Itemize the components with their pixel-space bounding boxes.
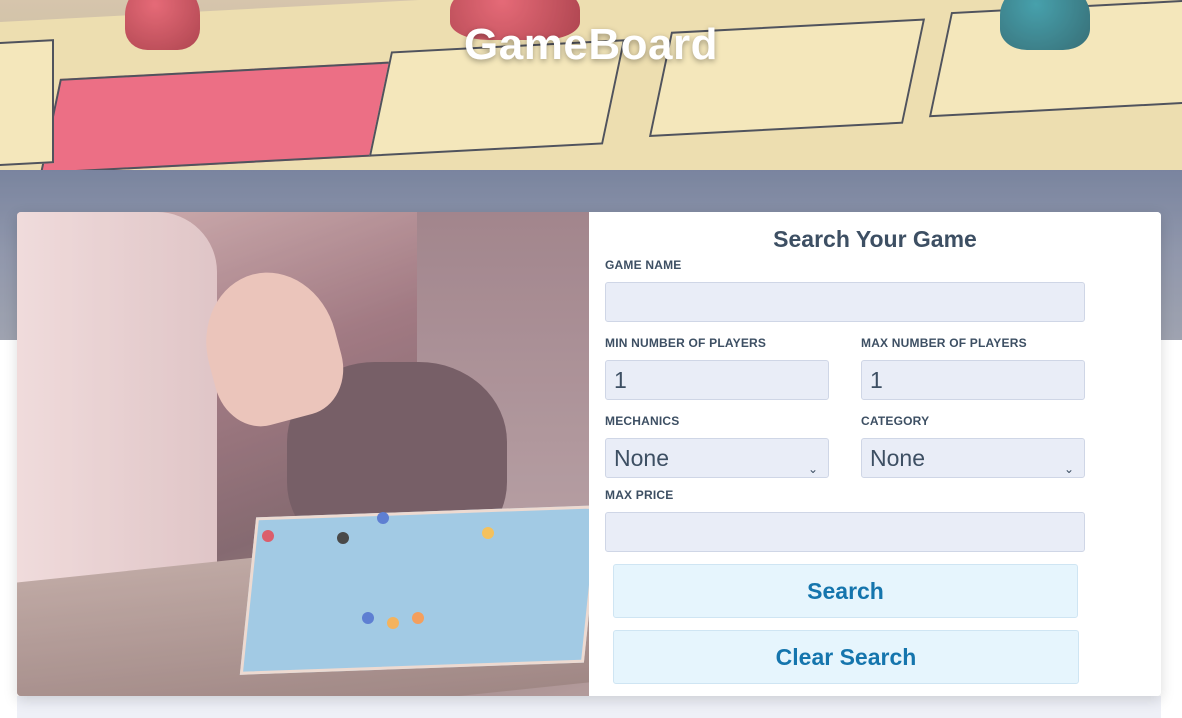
max-players-label: MAX NUMBER OF PLAYERS	[861, 336, 1027, 350]
max-price-input[interactable]	[605, 512, 1085, 552]
page-footer-band	[17, 696, 1161, 718]
chevron-down-icon: ⌄	[1063, 462, 1074, 476]
min-players-input[interactable]: 1	[605, 360, 829, 400]
mechanics-label: MECHANICS	[605, 414, 680, 428]
chevron-down-icon: ⌄	[807, 462, 818, 476]
board-game-photo	[17, 212, 589, 696]
min-players-label: MIN NUMBER OF PLAYERS	[605, 336, 767, 350]
search-card: Search Your Game GAME NAME MIN NUMBER OF…	[17, 212, 1161, 696]
category-select[interactable]: None ⌄	[861, 438, 1085, 478]
mechanics-select-value: None	[614, 445, 669, 471]
site-title[interactable]: GameBoard	[0, 20, 1182, 70]
form-heading: Search Your Game	[773, 226, 977, 252]
mechanics-select[interactable]: None ⌄	[605, 438, 829, 478]
clear-search-button[interactable]: Clear Search	[613, 630, 1079, 684]
search-button[interactable]: Search	[613, 564, 1078, 618]
game-name-input[interactable]	[605, 282, 1085, 322]
category-label: CATEGORY	[861, 414, 930, 428]
category-select-value: None	[870, 445, 925, 471]
search-form: Search Your Game GAME NAME MIN NUMBER OF…	[589, 212, 1161, 696]
game-name-label: GAME NAME	[605, 258, 682, 272]
max-price-label: MAX PRICE	[605, 488, 674, 502]
max-players-input[interactable]: 1	[861, 360, 1085, 400]
